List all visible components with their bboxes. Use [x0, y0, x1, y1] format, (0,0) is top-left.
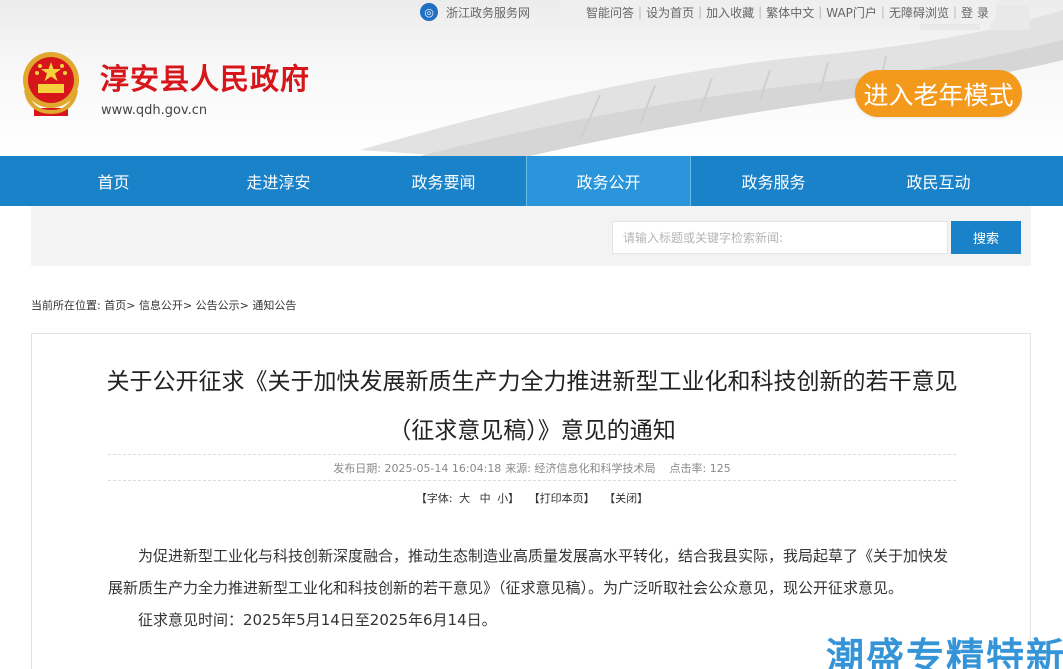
breadcrumb-home[interactable]: 首页 — [104, 299, 126, 312]
article-meta: 发布日期: 2025-05-14 16:04:18 来源: 经济信息化和科学技术… — [108, 454, 956, 481]
nav-gov-info[interactable]: 政务公开 — [526, 156, 691, 206]
font-label: 【字体: — [415, 492, 453, 505]
article-tools: 【字体: 大 中 小】 【打印本页】 【关闭】 — [32, 490, 1032, 506]
article-panel: 关于公开征求《关于加快发展新质生产力全力推进新型工业化和科技创新的若干意见（征求… — [31, 333, 1031, 669]
close-link[interactable]: 【关闭】 — [604, 492, 648, 505]
meta-date: 发布日期: 2025-05-14 16:04:18 — [333, 461, 502, 475]
top-link-wap[interactable]: WAP门户 — [826, 4, 877, 21]
national-emblem-icon — [23, 52, 79, 116]
search-band: 搜索 — [31, 206, 1031, 266]
breadcrumb-info-open[interactable]: 信息公开 — [139, 299, 183, 312]
breadcrumb: 当前所在位置: 首页> 信息公开> 公告公示> 通知公告 — [31, 299, 297, 312]
main-nav: 首页 走进淳安 政务要闻 政务公开 政务服务 政民互动 — [0, 156, 1063, 206]
nav-gov-service[interactable]: 政务服务 — [691, 156, 856, 206]
nav-home[interactable]: 首页 — [31, 156, 196, 206]
article-title: 关于公开征求《关于加快发展新质生产力全力推进新型工业化和科技创新的若干意见（征求… — [106, 369, 958, 444]
article-body: 为促进新型工业化与科技创新深度融合，推动生态制造业高质量发展高水平转化，结合我县… — [108, 540, 958, 636]
nav-news[interactable]: 政务要闻 — [361, 156, 526, 206]
watermark-text: 潮盛专精特新 — [826, 635, 1063, 669]
font-size-medium[interactable]: 中 — [480, 492, 491, 505]
meta-clicks: 点击率: 125 — [669, 461, 731, 475]
top-links: 智能问答 | 设为首页 | 加入收藏 | 繁体中文 | WAP门户 | 无障碍浏览 | 登 … — [560, 0, 996, 24]
breadcrumb-notices[interactable]: 通知公告 — [252, 299, 296, 312]
nav-about-chunan[interactable]: 走进淳安 — [196, 156, 361, 206]
font-size-big[interactable]: 大 — [459, 492, 470, 505]
top-link-homepage[interactable]: 设为首页 — [646, 4, 694, 21]
font-size-small[interactable]: 小】 — [497, 492, 519, 505]
top-link-login[interactable]: 登 录 — [961, 4, 989, 21]
top-bar: ◎ 浙江政务服务网 智能问答 | 设为首页 | 加入收藏 | 繁体中文 | WAP门户 |… — [420, 0, 996, 24]
breadcrumb-announcements[interactable]: 公告公示 — [196, 299, 240, 312]
top-link-qa[interactable]: 智能问答 — [586, 4, 634, 21]
search-button[interactable]: 搜索 — [951, 221, 1021, 254]
meta-source: 来源: 经济信息化和科学技术局 — [505, 461, 656, 475]
site-url: www.qdh.gov.cn — [101, 103, 208, 118]
zhejiang-service-icon: ◎ — [420, 3, 438, 21]
top-link-favorite[interactable]: 加入收藏 — [706, 4, 754, 21]
print-link[interactable]: 【打印本页】 — [529, 492, 595, 505]
zhejiang-service-link[interactable]: ◎ 浙江政务服务网 — [420, 3, 530, 21]
top-link-accessibility[interactable]: 无障碍浏览 — [889, 4, 949, 21]
site-title[interactable]: 淳安县人民政府 — [100, 56, 310, 98]
zhejiang-service-label: 浙江政务服务网 — [446, 5, 531, 20]
nav-interaction[interactable]: 政民互动 — [856, 156, 1021, 206]
article-paragraph: 为促进新型工业化与科技创新深度融合，推动生态制造业高质量发展高水平转化，结合我县… — [108, 547, 949, 597]
top-link-traditional[interactable]: 繁体中文 — [766, 4, 814, 21]
breadcrumb-prefix: 当前所在位置: — [31, 299, 101, 312]
elder-mode-button[interactable]: 进入老年模式 — [855, 70, 1022, 117]
search-input[interactable] — [612, 221, 948, 254]
site-header: ◎ 浙江政务服务网 智能问答 | 设为首页 | 加入收藏 | 繁体中文 | WAP门户 |… — [0, 0, 1063, 156]
